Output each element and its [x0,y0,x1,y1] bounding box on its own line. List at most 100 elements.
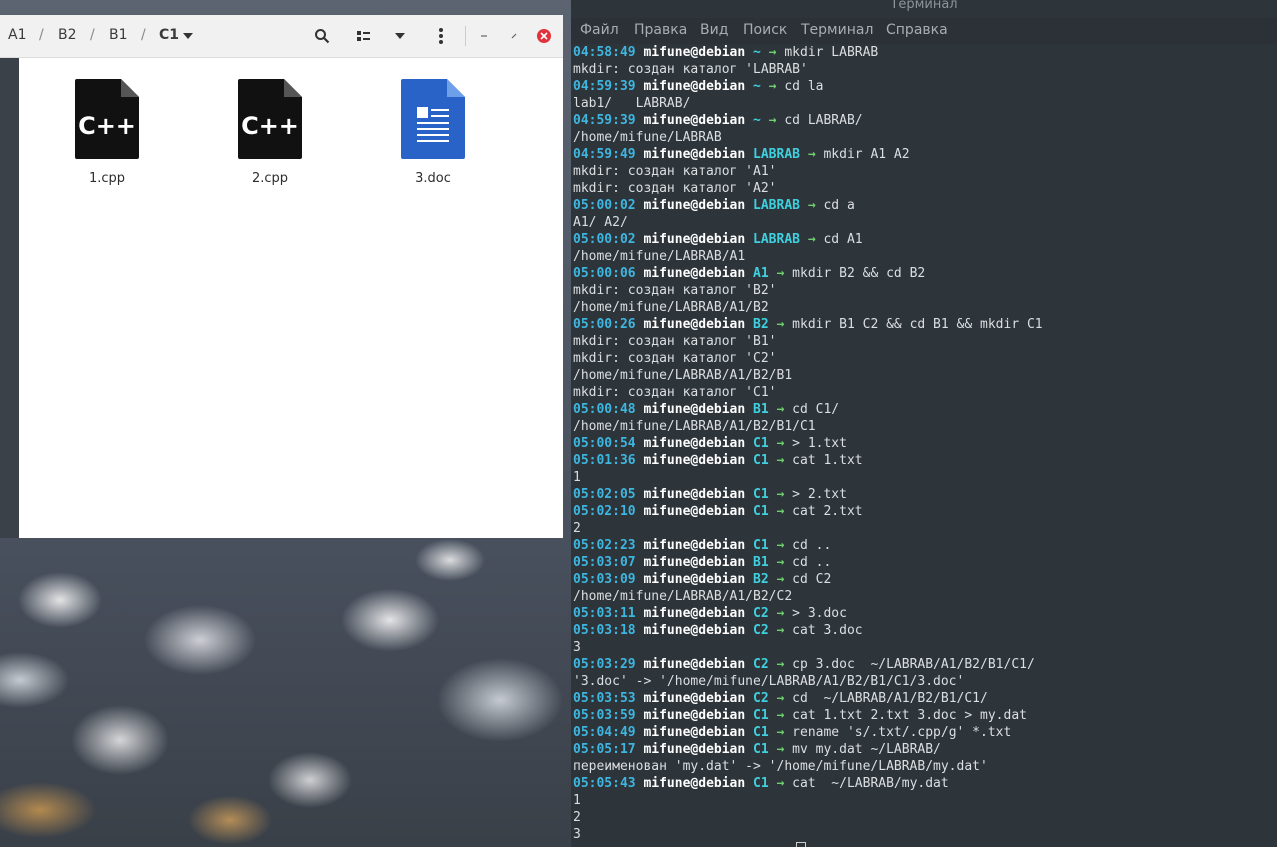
prompt-arrow-icon: → [768,555,793,570]
prompt-arrow-icon: → [768,657,793,672]
prompt-timestamp: 05:03:53 [573,691,636,706]
maximize-icon[interactable] [503,25,525,47]
terminal-prompt-line: 05:02:23 mifune@debian C1 → cd .. [573,537,1273,554]
prompt-command: cat 2.txt [792,504,863,519]
prompt-timestamp: 05:05:17 [573,742,636,757]
prompt-directory: ~ [753,45,761,60]
terminal-output-line: '3.doc' -> '/home/mifune/LABRAB/A1/B2/B1… [573,674,965,689]
terminal-output[interactable]: 04:58:49 mifune@debian ~ → mkdir LABRAB m… [573,44,1273,843]
prompt-timestamp: 05:03:29 [573,657,636,672]
terminal-output-line: mkdir: создан каталог 'C1' [573,385,777,400]
prompt-timestamp: 05:04:49 [573,725,636,740]
prompt-directory: C1 [753,538,769,553]
side-strip [0,58,19,538]
terminal-output-line: mkdir: создан каталог 'LABRAB' [573,62,808,77]
prompt-timestamp: 05:01:36 [573,453,636,468]
terminal-prompt-line: 05:03:29 mifune@debian C2 → cp 3.doc ~/L… [573,656,1273,673]
terminal-prompt-line: 05:02:05 mifune@debian C1 → > 2.txt [573,486,1273,503]
breadcrumb-a1[interactable]: A1 [8,27,26,43]
prompt-command: cd A1 [823,232,863,247]
menu-file[interactable]: Файл [580,22,619,38]
prompt-user: mifune@debian [643,436,746,451]
prompt-directory: ~ [753,113,761,128]
prompt-user: mifune@debian [643,45,746,60]
terminal-output-line: 3 [573,640,581,655]
menu-view[interactable]: Вид [700,22,728,38]
prompt-directory: C2 [753,691,769,706]
prompt-command: rename 's/.txt/.cpp/g' *.txt [792,725,1012,740]
prompt-user: mifune@debian [643,742,746,757]
prompt-user: mifune@debian [643,147,746,162]
prompt-directory: B2 [753,572,769,587]
prompt-directory: C2 [753,657,769,672]
prompt-directory: C1 [753,776,769,791]
breadcrumb-b2[interactable]: B2 [58,27,77,43]
prompt-arrow-icon: → [800,232,824,247]
prompt-user: mifune@debian [643,453,746,468]
prompt-directory: C1 [753,487,769,502]
breadcrumb-c1[interactable]: C1 [159,27,179,43]
view-options-dropdown-icon[interactable] [389,25,411,47]
prompt-command: cd ~/LABRAB/A1/B2/B1/C1/ [792,691,988,706]
prompt-directory: C2 [753,623,769,638]
view-list-icon[interactable] [353,25,375,47]
prompt-timestamp: 05:00:48 [573,402,636,417]
prompt-directory: B1 [753,555,769,570]
terminal-output-line: /home/mifune/LABRAB/A1/B2 [573,300,769,315]
breadcrumb-b1[interactable]: B1 [109,27,128,43]
prompt-user: mifune@debian [643,708,746,723]
terminal-prompt-line: 05:00:02 mifune@debian LABRAB → cd a [573,197,1273,214]
menu-edit[interactable]: Правка [634,22,687,38]
terminal-output-line: 3 [573,827,581,842]
file-item-3-doc[interactable]: 3.doc [383,79,483,186]
prompt-directory: ~ [753,79,761,94]
prompt-directory: C1 [753,742,769,757]
terminal-output-line: lab1/ LABRAB/ [573,96,691,111]
breadcrumb-separator: / [39,27,44,43]
file-item-1-cpp[interactable]: C++ 1.cpp [57,79,157,186]
prompt-arrow-icon: → [768,266,793,281]
prompt-arrow-icon: → [768,606,793,621]
terminal-prompt-line: 05:04:49 mifune@debian C1 → rename 's/.t… [573,724,1273,741]
prompt-user: mifune@debian [643,538,746,553]
terminal-output-line: mkdir: создан каталог 'B1' [573,334,777,349]
terminal-output-line: mkdir: создан каталог 'A1' [573,164,777,179]
prompt-command: cd la [784,79,824,94]
terminal-window[interactable]: Терминал Файл Правка Вид Поиск Терминал … [571,0,1277,847]
prompt-timestamp: 05:03:11 [573,606,636,621]
prompt-arrow-icon: → [768,623,793,638]
terminal-output-line: 2 [573,521,581,536]
file-manager-window: A1 / B2 / B1 / C1 C++ 1.cpp C++ 2.cpp 3.… [0,15,563,538]
prompt-command: cat 1.txt 2.txt 3.doc > my.dat [792,708,1027,723]
close-icon[interactable] [533,25,555,47]
terminal-output-line: mkdir: создан каталог 'A2' [573,181,777,196]
breadcrumb-separator: / [141,27,146,43]
prompt-timestamp: 04:59:49 [573,147,636,162]
search-icon[interactable] [311,25,333,47]
terminal-output-line: mkdir: создан каталог 'C2' [573,351,777,366]
mouse-cursor [796,842,806,847]
prompt-user: mifune@debian [643,691,746,706]
prompt-arrow-icon: → [768,487,793,502]
menu-terminal[interactable]: Терминал [801,22,873,38]
breadcrumb-dropdown-icon[interactable] [177,25,199,47]
terminal-prompt-line: 05:05:17 mifune@debian C1 → mv my.dat ~/… [573,741,1273,758]
menu-kebab-icon[interactable] [430,25,452,47]
file-item-2-cpp[interactable]: C++ 2.cpp [220,79,320,186]
prompt-arrow-icon: → [768,572,793,587]
svg-text:C++: C++ [241,112,299,140]
prompt-command: mkdir LABRAB [784,45,879,60]
prompt-timestamp: 05:00:26 [573,317,636,332]
doc-file-icon [401,79,465,159]
menu-search[interactable]: Поиск [743,22,787,38]
prompt-arrow-icon: → [768,402,793,417]
prompt-directory: LABRAB [753,198,800,213]
menu-help[interactable]: Справка [886,22,948,38]
terminal-prompt-line: 04:59:49 mifune@debian LABRAB → mkdir A1… [573,146,1273,163]
minimize-icon[interactable] [473,25,495,47]
prompt-command: cd .. [792,555,832,570]
prompt-user: mifune@debian [643,555,746,570]
terminal-menubar: Файл Правка Вид Поиск Терминал Справка [571,18,1277,44]
prompt-timestamp: 05:00:06 [573,266,636,281]
prompt-user: mifune@debian [643,266,746,281]
